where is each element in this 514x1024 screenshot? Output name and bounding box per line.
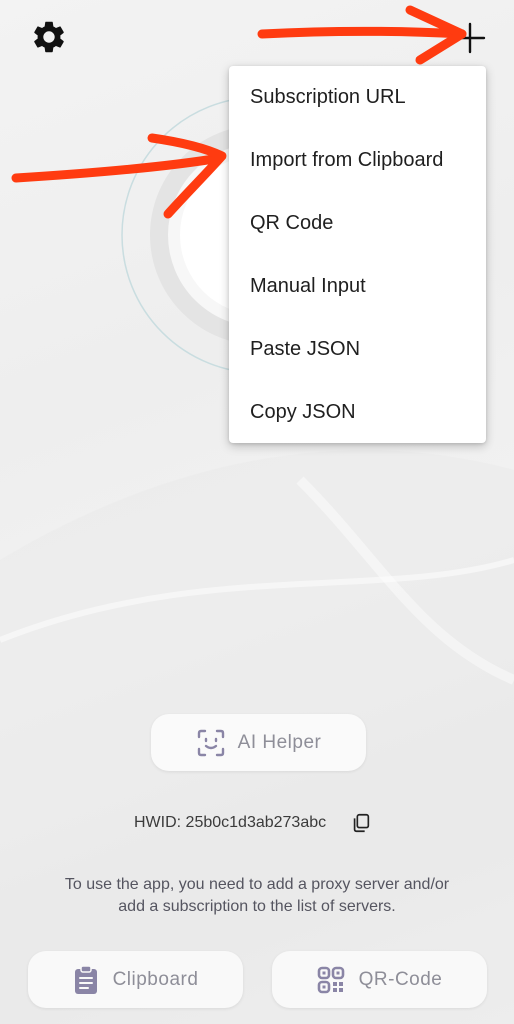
plus-icon[interactable] [450,18,490,58]
menu-item-paste-json[interactable]: Paste JSON [229,318,486,381]
menu-item-manual-input[interactable]: Manual Input [229,255,486,318]
gear-icon[interactable] [30,18,68,56]
ai-helper-label: AI Helper [237,731,322,753]
hwid-row: HWID: 25b0c1d3ab273abc [134,809,372,837]
arrow-to-plus [257,26,467,39]
qr-code-button[interactable]: QR-Code [272,951,487,1008]
clipboard-icon [74,964,97,994]
menu-item-qr-code[interactable]: QR Code [229,192,486,255]
clipboard-label: Clipboard [112,968,199,990]
menu-item-subscription-url[interactable]: Subscription URL [229,66,486,129]
clipboard-button[interactable]: Clipboard [28,951,243,1008]
qr-code-label: QR-Code [358,968,443,990]
ai-helper-button[interactable]: AI Helper [151,714,366,771]
menu-item-import-clipboard[interactable]: Import from Clipboard [229,129,486,192]
add-config-menu: Subscription URL Import from Clipboard Q… [229,66,486,443]
copy-icon[interactable] [350,812,372,834]
face-scan-icon [197,729,224,756]
empty-state-hint: To use the app, you need to add a proxy … [64,876,450,915]
hwid-text: HWID: 25b0c1d3ab273abc [134,814,327,831]
qr-code-icon [317,966,344,993]
menu-item-copy-json[interactable]: Copy JSON [229,381,486,444]
